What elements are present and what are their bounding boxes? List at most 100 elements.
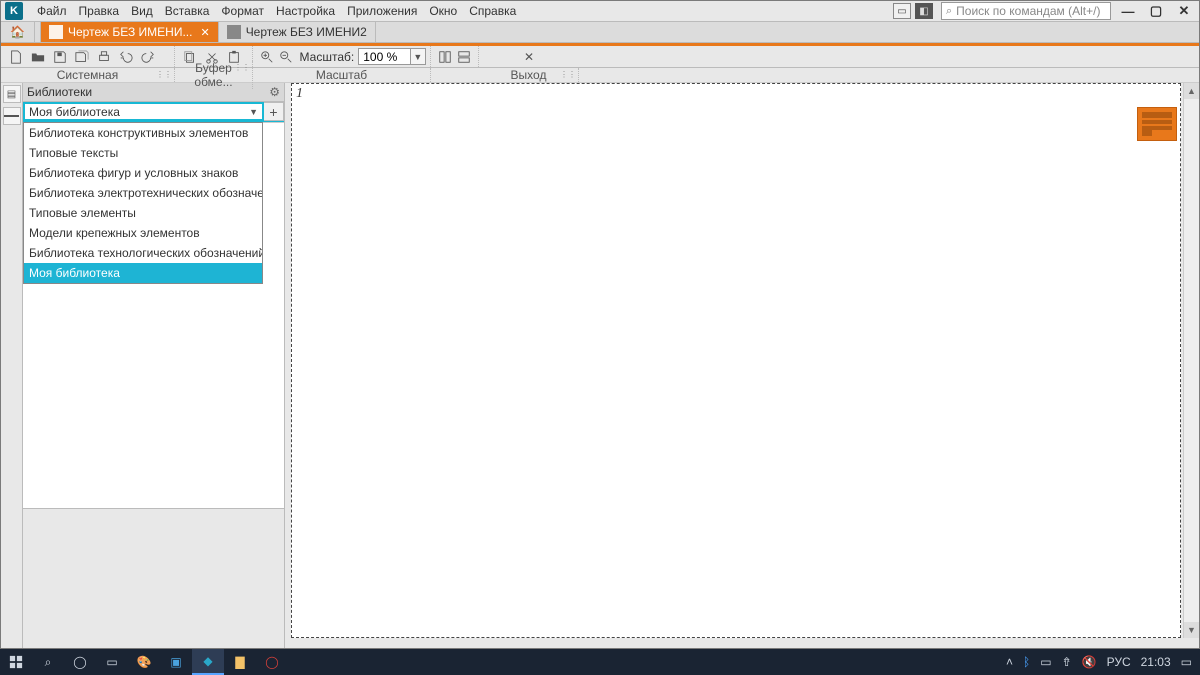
tray-chevron-icon[interactable]: ˄ xyxy=(1006,655,1013,669)
combo-value: Моя библиотека xyxy=(29,105,120,119)
dropdown-item[interactable]: Библиотека электротехнических обозначени… xyxy=(24,183,262,203)
library-dropdown: Библиотека конструктивных элементов Типо… xyxy=(23,122,263,284)
library-preview-area xyxy=(23,508,284,648)
toolbar-group-scale: Масштаб: 100 % ▼ xyxy=(253,46,431,67)
menu-settings[interactable]: Настройка xyxy=(270,2,341,20)
exit-button[interactable]: ✕ xyxy=(517,48,541,66)
library-panel-toggle[interactable]: ▤ xyxy=(3,85,21,103)
taskbar-app-opera[interactable]: ◯ xyxy=(256,649,288,675)
page-marker: 1 xyxy=(296,86,303,102)
panel-settings-icon[interactable]: ⚙ xyxy=(269,85,280,99)
home-icon: 🏠 xyxy=(10,25,25,39)
drawing-icon xyxy=(227,25,241,39)
save-all-button[interactable] xyxy=(72,48,92,66)
dropdown-item[interactable]: Типовые элементы xyxy=(24,203,262,223)
wifi-icon[interactable]: ⇮ xyxy=(1062,655,1072,669)
menu-file[interactable]: Файл xyxy=(31,2,73,20)
scale-value-input[interactable]: 100 % xyxy=(358,48,410,65)
task-view-icon[interactable]: ▭ xyxy=(96,649,128,675)
menu-view[interactable]: Вид xyxy=(125,2,159,20)
dropdown-item[interactable]: Библиотека фигур и условных знаков xyxy=(24,163,262,183)
bluetooth-icon[interactable]: ᛒ xyxy=(1023,655,1030,669)
library-combo[interactable]: Моя библиотека ▼ xyxy=(23,102,264,121)
menu-window[interactable]: Окно xyxy=(423,2,463,20)
clock[interactable]: 21:03 xyxy=(1141,655,1171,669)
tab-label: Чертеж БЕЗ ИМЕНИ2 xyxy=(246,25,367,39)
menu-help[interactable]: Справка xyxy=(463,2,522,20)
vertical-scrollbar[interactable]: ▲ ▼ xyxy=(1183,83,1199,638)
add-library-button[interactable]: + xyxy=(264,102,284,121)
dropdown-item[interactable]: Библиотека технологических обозначений xyxy=(24,243,262,263)
taskbar-search-icon[interactable]: ⌕ xyxy=(32,649,64,675)
home-tab[interactable]: 🏠 xyxy=(1,22,35,42)
battery-icon[interactable]: ▭ xyxy=(1040,655,1051,669)
close-tab-icon[interactable]: ✕ xyxy=(200,26,209,39)
search-placeholder: Поиск по командам (Alt+/) xyxy=(956,4,1100,18)
dropdown-item[interactable]: Модели крепежных элементов xyxy=(24,223,262,243)
taskbar-app-explorer[interactable]: ▇ xyxy=(224,649,256,675)
drawing-icon xyxy=(49,25,63,39)
window-minimize-button[interactable]: — xyxy=(1117,3,1139,19)
command-search-input[interactable]: ⌕ Поиск по командам (Alt+/) xyxy=(941,2,1111,20)
app-logo: K xyxy=(5,2,23,20)
search-icon: ⌕ xyxy=(946,5,952,18)
menu-insert[interactable]: Вставка xyxy=(159,2,216,20)
menu-apps[interactable]: Приложения xyxy=(341,2,423,20)
tab-label: Чертеж БЕЗ ИМЕНИ... xyxy=(68,25,192,39)
layout-mode-b-button[interactable]: ◧ xyxy=(915,3,933,19)
system-tray: ˄ ᛒ ▭ ⇮ 🔇 РУС 21:03 ▭ xyxy=(998,655,1200,669)
start-button[interactable] xyxy=(0,649,32,675)
group-label-system: Системная⋮⋮ xyxy=(1,68,175,82)
menubar: K Файл Правка Вид Вставка Формат Настрой… xyxy=(1,1,1199,21)
zoom-in-button[interactable] xyxy=(258,48,275,66)
dropdown-item[interactable]: Библиотека конструктивных элементов xyxy=(24,123,262,143)
dropdown-item[interactable]: Типовые тексты xyxy=(24,143,262,163)
window-maximize-button[interactable]: ▢ xyxy=(1145,3,1167,19)
scroll-down-icon[interactable]: ▼ xyxy=(1184,622,1199,638)
taskbar-app-paint[interactable]: 🎨 xyxy=(128,649,160,675)
toolbar-group-system xyxy=(1,46,175,67)
group-label-exit: Выход⋮⋮ xyxy=(479,68,579,82)
panel-title: Библиотеки xyxy=(27,85,92,99)
chevron-down-icon: ▼ xyxy=(249,107,258,117)
new-file-button[interactable] xyxy=(6,48,26,66)
floating-tool-palette[interactable] xyxy=(1137,107,1177,141)
left-rail: ▤ xyxy=(1,83,23,648)
taskbar-app-store[interactable]: ▣ xyxy=(160,649,192,675)
library-combo-wrapper: Моя библиотека ▼ + Библиотека конструкти… xyxy=(23,102,284,122)
toolbar-group-labels: Системная⋮⋮ Буфер обме...⋮⋮ Масштаб Выхо… xyxy=(1,68,1199,83)
split-vertical-button[interactable] xyxy=(436,48,454,66)
document-tab-2[interactable]: Чертеж БЕЗ ИМЕНИ2 xyxy=(219,22,376,42)
taskbar-app-kompas[interactable]: ◆ xyxy=(192,649,224,675)
cortana-icon[interactable]: ◯ xyxy=(64,649,96,675)
scroll-up-icon[interactable]: ▲ xyxy=(1184,83,1199,99)
scale-caption: Масштаб: xyxy=(300,50,355,64)
document-tab-1[interactable]: Чертеж БЕЗ ИМЕНИ... ✕ xyxy=(41,22,219,42)
menu-toggle[interactable] xyxy=(3,107,21,125)
windows-taskbar: ⌕ ◯ ▭ 🎨 ▣ ◆ ▇ ◯ ˄ ᛒ ▭ ⇮ 🔇 РУС 21:03 ▭ xyxy=(0,649,1200,675)
document-tabbar: 🏠 Чертеж БЕЗ ИМЕНИ... ✕ Чертеж БЕЗ ИМЕНИ… xyxy=(1,21,1199,43)
group-label-clipboard: Буфер обме...⋮⋮ xyxy=(175,61,253,89)
layout-mode-a-button[interactable]: ▭ xyxy=(893,3,911,19)
volume-mute-icon[interactable]: 🔇 xyxy=(1082,655,1097,669)
save-button[interactable] xyxy=(50,48,70,66)
split-horizontal-button[interactable] xyxy=(456,48,474,66)
notifications-icon[interactable]: ▭ xyxy=(1181,655,1192,669)
print-button[interactable] xyxy=(94,48,114,66)
group-label-scale: Масштаб xyxy=(253,68,431,82)
redo-button[interactable] xyxy=(138,48,158,66)
scale-dropdown-button[interactable]: ▼ xyxy=(411,48,426,65)
zoom-out-button[interactable] xyxy=(277,48,294,66)
content-area: ▤ Библиотеки ⚙ Моя библиотека ▼ + Библио… xyxy=(1,83,1199,648)
menu-format[interactable]: Формат xyxy=(215,2,270,20)
toolbar-group-exit: ✕ xyxy=(479,46,579,67)
canvas-area: 1 ▲ ▼ xyxy=(285,83,1199,648)
drawing-canvas[interactable]: 1 xyxy=(291,83,1181,638)
open-file-button[interactable] xyxy=(28,48,48,66)
keyboard-language[interactable]: РУС xyxy=(1107,655,1131,669)
dropdown-item-selected[interactable]: Моя библиотека xyxy=(24,263,262,283)
window-close-button[interactable]: ✕ xyxy=(1173,3,1195,19)
library-panel: Библиотеки ⚙ Моя библиотека ▼ + Библиоте… xyxy=(23,83,285,648)
undo-button[interactable] xyxy=(116,48,136,66)
menu-edit[interactable]: Правка xyxy=(73,2,126,20)
